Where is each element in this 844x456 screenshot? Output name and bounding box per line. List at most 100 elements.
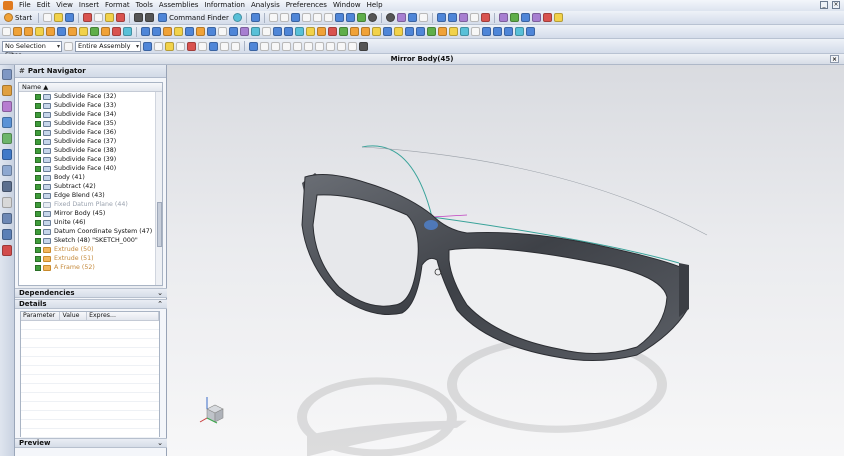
tree-node[interactable]: Subdivide Face (35) (19, 119, 162, 128)
point-on-curve-icon[interactable] (337, 41, 346, 51)
reuse-library-icon[interactable] (2, 117, 12, 128)
pin-icon[interactable]: # (19, 67, 25, 75)
checkbox-icon[interactable] (35, 246, 41, 253)
close-icon[interactable]: × (832, 1, 840, 9)
checkbox-icon[interactable] (35, 264, 41, 271)
grid-icon[interactable] (279, 13, 289, 22)
curve-icon[interactable] (345, 13, 355, 22)
window-icon[interactable] (418, 13, 428, 22)
menu-information[interactable]: Information (201, 0, 248, 11)
filter-icon[interactable] (64, 41, 73, 51)
assembly-navigator-icon[interactable] (2, 69, 12, 80)
menu-file[interactable]: File (16, 0, 34, 11)
tree-node[interactable]: Subdivide Face (39) (19, 155, 162, 164)
surface-icon[interactable] (251, 27, 260, 36)
layer-icon[interactable] (458, 13, 468, 22)
arc-center-icon[interactable] (304, 41, 313, 51)
body-select-icon[interactable] (176, 41, 185, 51)
datum-axis-icon[interactable] (449, 27, 458, 36)
mark-icon[interactable] (480, 13, 490, 22)
redo-icon[interactable] (145, 13, 155, 22)
checkbox-icon[interactable] (35, 174, 41, 181)
checkbox-icon[interactable] (35, 147, 41, 154)
cut-icon[interactable] (83, 13, 93, 22)
point-on-face-icon[interactable] (348, 41, 357, 51)
checkbox-icon[interactable] (35, 102, 41, 109)
datum-plane-icon[interactable] (438, 27, 447, 36)
globe-icon[interactable] (232, 13, 242, 22)
tree-node[interactable]: Extrude (51) (19, 254, 162, 263)
display-mode-icon[interactable] (385, 13, 395, 22)
draft-icon[interactable] (174, 27, 183, 36)
groove-icon[interactable] (79, 27, 88, 36)
pad-icon[interactable] (68, 27, 77, 36)
selection-filter-dropdown[interactable]: No Selection Filter (2, 40, 62, 59)
swept-icon[interactable] (284, 27, 293, 36)
minimize-icon[interactable]: _ (820, 1, 828, 9)
tree-node[interactable]: Fixed Datum Plane (44) (19, 200, 162, 209)
datum-csys-icon[interactable] (460, 27, 469, 36)
extrude-icon[interactable] (13, 27, 22, 36)
column-value[interactable]: Value (60, 312, 88, 320)
system-materials-icon[interactable] (2, 165, 12, 176)
tree-node[interactable]: Subdivide Face (38) (19, 146, 162, 155)
pattern-icon[interactable] (185, 27, 194, 36)
measure-distance-icon[interactable] (405, 27, 414, 36)
line-icon[interactable] (482, 27, 491, 36)
checkbox-icon[interactable] (35, 138, 41, 145)
feature-select-icon[interactable] (165, 41, 174, 51)
delete-icon[interactable] (116, 13, 126, 22)
spline-icon[interactable] (504, 27, 513, 36)
mid-point-icon[interactable] (271, 41, 280, 51)
checkbox-icon[interactable] (35, 165, 41, 172)
tree-node[interactable]: Unite (46) (19, 218, 162, 227)
menu-insert[interactable]: Insert (76, 0, 102, 11)
unite-icon[interactable] (101, 27, 110, 36)
system-scenes-icon[interactable] (2, 213, 12, 224)
ruled-icon[interactable] (262, 27, 271, 36)
point-icon[interactable] (471, 27, 480, 36)
curvature-icon[interactable] (531, 13, 541, 22)
arc-icon[interactable] (493, 27, 502, 36)
tree-node[interactable]: Body (41) (19, 173, 162, 182)
zoom-icon[interactable] (301, 13, 311, 22)
checkbox-icon[interactable] (35, 120, 41, 127)
menu-view[interactable]: View (53, 0, 76, 11)
measure-angle-icon[interactable] (416, 27, 425, 36)
control-point-icon[interactable] (282, 41, 291, 51)
project-curve-icon[interactable] (515, 27, 524, 36)
constraint-navigator-icon[interactable] (2, 85, 12, 96)
paste-icon[interactable] (105, 13, 115, 22)
subtract-icon[interactable] (112, 27, 121, 36)
tree-node[interactable]: Sketch (48) "SKETCH_000" (19, 236, 162, 245)
rib-icon[interactable] (90, 27, 99, 36)
tree-node[interactable]: Subdivide Face (34) (19, 110, 162, 119)
existing-point-icon[interactable] (326, 41, 335, 51)
checkbox-icon[interactable] (35, 111, 41, 118)
delete-face-icon[interactable] (383, 27, 392, 36)
revolve-icon[interactable] (24, 27, 33, 36)
mirror-icon[interactable] (196, 27, 205, 36)
pocket-icon[interactable] (57, 27, 66, 36)
check-icon[interactable] (509, 13, 519, 22)
rotate-icon[interactable] (312, 13, 322, 22)
menu-analysis[interactable]: Analysis (248, 0, 283, 11)
preview-section[interactable]: Preview ⌄ (15, 438, 167, 448)
checkbox-icon[interactable] (35, 93, 41, 100)
dependencies-section[interactable]: Dependencies ⌄ (15, 288, 167, 298)
edge-icon[interactable] (407, 13, 417, 22)
section-icon[interactable] (447, 13, 457, 22)
fit-icon[interactable] (290, 13, 300, 22)
tree-node[interactable]: Mirror Body (45) (19, 209, 162, 218)
menu-preferences[interactable]: Preferences (283, 0, 330, 11)
orient-icon[interactable] (469, 13, 479, 22)
tree-node[interactable]: Edge Blend (43) (19, 191, 162, 200)
tree-node[interactable]: A Frame (52) (19, 263, 162, 272)
checkbox-icon[interactable] (35, 255, 41, 262)
sew-icon[interactable] (317, 27, 326, 36)
section-curve-icon[interactable] (427, 27, 436, 36)
blend-icon[interactable] (141, 27, 150, 36)
menu-tools[interactable]: Tools (133, 0, 156, 11)
patch-icon[interactable] (328, 27, 337, 36)
sketch-plane-icon[interactable] (2, 27, 11, 36)
